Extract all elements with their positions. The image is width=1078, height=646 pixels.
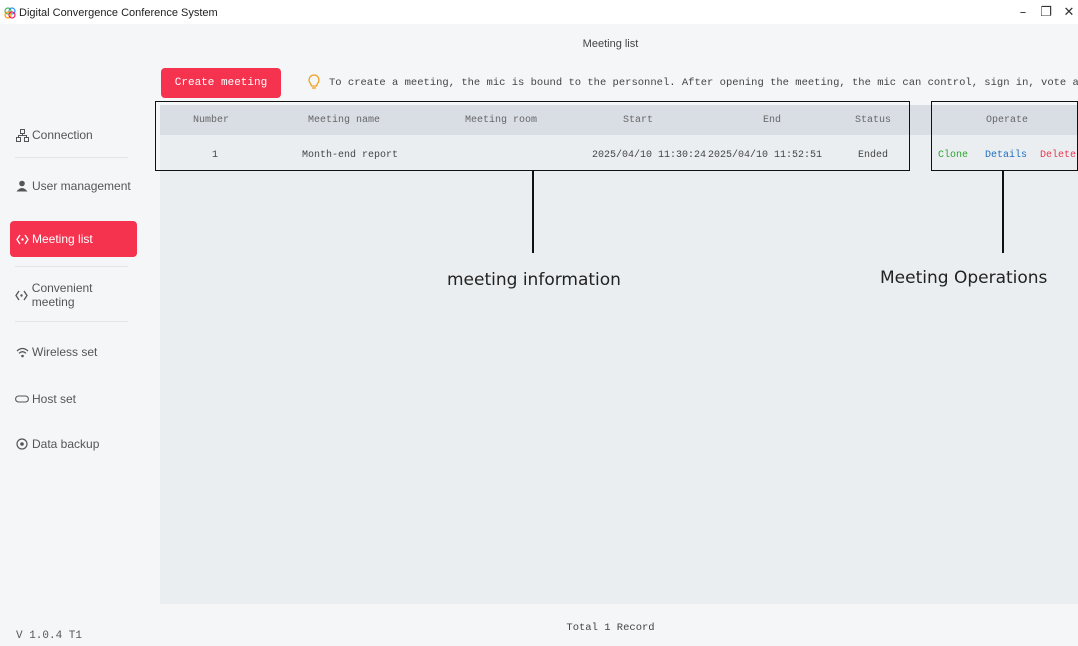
divider xyxy=(15,321,128,322)
sidebar-item-label: Host set xyxy=(32,392,77,406)
close-button[interactable]: ✕ xyxy=(1058,4,1078,22)
meeting-icon xyxy=(15,288,29,302)
sidebar-item-label: User management xyxy=(32,179,131,193)
sidebar-item-wireless-set[interactable]: Wireless set xyxy=(10,334,137,370)
meeting-info-pointer xyxy=(532,171,534,253)
meeting-operations-highlight xyxy=(931,101,1078,171)
meeting-table: Number Meeting name Meeting room Start E… xyxy=(160,105,1078,604)
meeting-operations-pointer xyxy=(1002,171,1004,253)
sidebar-item-label: Meeting list xyxy=(32,232,93,246)
sidebar-item-data-backup[interactable]: Data backup xyxy=(10,426,137,462)
lightbulb-icon xyxy=(308,74,320,89)
sidebar-item-label: Data backup xyxy=(32,437,100,451)
record-count: Total 1 Record xyxy=(566,622,655,634)
app-logo-icon xyxy=(4,7,16,19)
sidebar-item-label: Wireless set xyxy=(32,345,98,359)
title-bar: Digital Convergence Conference System – … xyxy=(0,0,1078,24)
version-label: V 1.0.4 T1 xyxy=(16,630,83,642)
create-meeting-button[interactable]: Create meeting xyxy=(161,68,281,98)
sidebar-item-convenient-meeting[interactable]: Convenient meeting xyxy=(10,277,137,313)
minimize-button[interactable]: – xyxy=(1012,4,1034,22)
backup-icon xyxy=(15,437,29,451)
sidebar-item-connection[interactable]: Connection xyxy=(10,117,137,153)
divider xyxy=(15,266,128,267)
sidebar-item-user-management[interactable]: User management xyxy=(10,168,137,204)
sidebar-item-label: Connection xyxy=(32,128,93,142)
meeting-operations-label: Meeting Operations xyxy=(880,268,1048,288)
wifi-icon xyxy=(15,345,29,359)
meeting-icon xyxy=(15,232,29,246)
tip-text: To create a meeting, the mic is bound to… xyxy=(329,77,1078,89)
sidebar-item-meeting-list[interactable]: Meeting list xyxy=(10,221,137,257)
meeting-info-highlight xyxy=(155,101,910,171)
sidebar: Connection User management Meeting list … xyxy=(0,24,143,646)
divider xyxy=(15,157,128,158)
restore-button[interactable]: ❐ xyxy=(1035,4,1057,22)
network-icon xyxy=(15,128,29,142)
meeting-info-label: meeting information xyxy=(447,270,621,290)
page-title: Meeting list xyxy=(582,38,639,50)
user-icon xyxy=(15,179,29,193)
host-icon xyxy=(15,392,29,406)
sidebar-item-label: Convenient meeting xyxy=(31,281,93,309)
sidebar-item-host-set[interactable]: Host set xyxy=(10,381,137,417)
window-title: Digital Convergence Conference System xyxy=(19,7,218,19)
